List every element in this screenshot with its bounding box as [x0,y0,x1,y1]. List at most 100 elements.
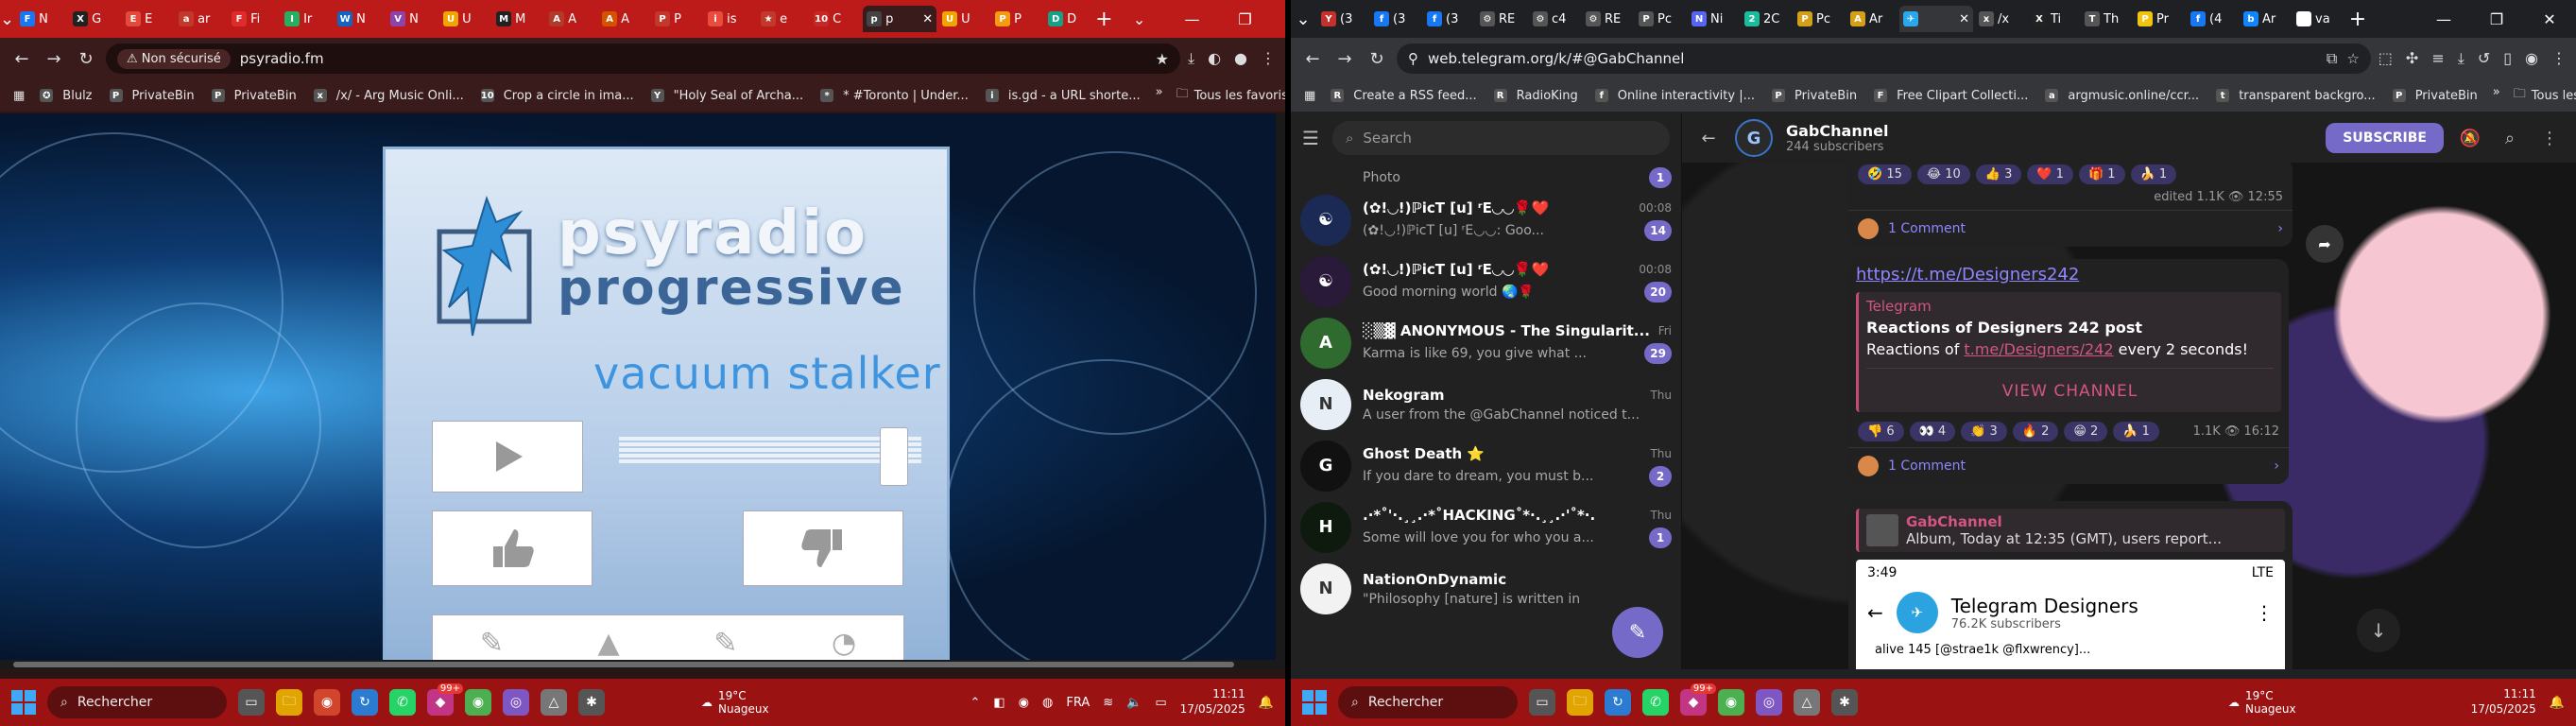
browser-tab[interactable]: a ar [175,6,226,32]
extensions-puzzle-icon[interactable]: ✣ [2406,49,2418,68]
play-button[interactable] [432,421,583,493]
reaction-chip[interactable]: 🔥 2 [2012,422,2059,441]
windows-start-icon[interactable] [1302,690,1327,715]
app-icon[interactable]: ◎ [503,689,529,716]
bookmark-item[interactable]: R RadioKing [1493,89,1578,103]
browser-tab[interactable]: ★ e [757,6,808,32]
comments-link[interactable]: 1 Comment › [1848,210,2293,247]
menu-icon[interactable]: ⋮ [2551,49,2567,68]
bookmark-star-icon[interactable]: ☆ [2346,50,2359,67]
chat-search-input[interactable]: ⌕ Search [1331,121,1670,155]
security-indicator[interactable]: ⚠ Non sécurisé [117,48,231,69]
reaction-chip[interactable]: 🍌 1 [2130,164,2177,184]
extension-icon[interactable]: ◐ [1208,49,1221,68]
bookmark-item[interactable]: f Online interactivity |... [1594,89,1755,103]
browser-tab[interactable]: 10 C [810,6,861,32]
chrome-alt-icon[interactable]: ◉ [465,689,491,716]
taskbar-search[interactable]: ⌕ Rechercher [1338,686,1518,718]
weather-widget[interactable]: ☁ 19°C Nuageux [701,689,769,717]
browser-tab[interactable]: DD [1044,6,1095,32]
horizontal-scrollbar[interactable] [0,660,1285,669]
all-bookmarks-button[interactable]: 🗀 Tous les favoris [1176,85,1285,106]
tray-app-icon[interactable]: ◧ [993,696,1005,710]
messenger-icon[interactable]: ◆ 99+ [1680,683,1716,716]
battery-icon[interactable]: ▭ [1155,696,1166,710]
reload-button[interactable]: ↻ [1365,49,1389,69]
reaction-chip[interactable]: 😂 10 [1916,164,1970,184]
file-explorer-icon[interactable]: 🗀 [276,689,302,716]
reaction-chip[interactable]: 👍 3 [1975,164,2022,184]
browser-tab[interactable]: XG [69,6,120,32]
share-button[interactable]: ➦ [2306,225,2344,263]
vertical-scrollbar[interactable] [1276,113,1285,660]
profile-icon[interactable]: ● [1234,49,1247,68]
address-bar[interactable]: ⚠ Non sécurisé psyradio.fm ★ [106,43,1180,74]
browser-tab[interactable]: UU [439,6,490,32]
maximize-button[interactable]: ❐ [2470,0,2523,38]
dislike-button[interactable] [743,510,903,586]
reaction-chip[interactable]: 🤣 15 [1858,164,1912,184]
forward-button[interactable]: → [42,49,66,69]
weather-widget[interactable]: ☁ 19°C Nuageux [2228,689,2296,717]
chat-list-item[interactable]: Photo 1 [1291,163,1681,189]
inkscape-icon[interactable]: △ [541,689,567,716]
tab-search-icon[interactable]: ⌄ [0,9,14,29]
chat-list-item[interactable]: G Ghost Death ⭐ Thu If you dare to dream, y… [1291,435,1681,496]
more-options-icon[interactable]: ⋮ [2536,129,2563,148]
browser-tab[interactable]: P Pr [2134,6,2185,32]
share-icon[interactable]: ✎ [480,627,504,660]
browser-tab[interactable]: PP [991,6,1042,32]
browser-tab[interactable]: N Ni [1688,6,1739,32]
new-tab-button[interactable]: + [2344,8,2372,31]
close-window-button[interactable]: ✕ [1272,0,1285,38]
apps-grid-icon[interactable]: ▦ [1304,89,1315,103]
site-info-icon[interactable]: ⚲ [1408,50,1418,67]
browser-tab[interactable]: EE [122,6,173,32]
sync-icon[interactable]: ↻ [352,689,378,716]
browser-tab[interactable]: f (4 [2187,6,2238,32]
clock[interactable]: 11:11 17/05/2025 [2471,687,2536,717]
all-bookmarks-button[interactable]: 🗀 Tous les favoris [2514,85,2576,106]
forward-button[interactable]: → [1332,49,1357,69]
compose-button[interactable]: ✎ [1612,607,1663,658]
browser-tab[interactable]: UU [938,6,989,32]
hamburger-menu-icon[interactable]: ☰ [1302,127,1319,149]
minimize-button[interactable]: — [2417,0,2470,38]
chrome-icon[interactable]: ◉ [314,689,340,716]
bookmark-item[interactable]: t transparent backgro... [2216,89,2376,103]
browser-tab[interactable]: 2 2C [1741,6,1792,32]
channel-avatar[interactable]: G [1735,119,1773,157]
browser-tab[interactable]: i is [704,6,755,32]
bookmarks-more-button[interactable]: » [1156,85,1163,106]
browser-tab[interactable]: ✈ ✕ [1899,6,1973,32]
bookmark-item[interactable]: i is.gd - a URL shorte... [985,89,1141,103]
bookmark-item[interactable]: Y "Holy Seal of Archa... [650,89,803,103]
tray-chevron-icon[interactable]: ⌃ [970,696,980,710]
messenger-icon[interactable]: ◆ 99+ [427,683,463,716]
browser-tab[interactable]: AA [598,6,649,32]
browser-tab[interactable]: ⚙ RE [1476,6,1527,32]
reaction-chip[interactable]: 😁 2 [2064,422,2108,441]
close-tab-icon[interactable]: ✕ [1959,12,1969,26]
browser-tab[interactable]: WN [334,6,385,32]
clock[interactable]: 11:11 17/05/2025 [1180,687,1245,717]
window-dropdown-icon[interactable]: ⌄ [1113,0,1166,38]
bookmark-item[interactable]: a argmusic.online/ccr... [2045,89,2199,103]
browser-tab[interactable]: F Fi [228,6,279,32]
reload-button[interactable]: ↻ [74,49,98,69]
tool-icon[interactable]: ✱ [578,689,605,716]
reaction-chip[interactable]: 🍌 1 [2113,422,2159,441]
inkscape-icon[interactable]: △ [1794,689,1820,716]
chat-list-item[interactable]: ☯ (✿!◡!)ℙicT [u] ʳE◡◡🌹❤️ 00:08 Good morning… [1291,251,1681,312]
install-app-icon[interactable]: ⧉ [2327,49,2337,68]
subscribe-button[interactable]: SUBSCRIBE [2326,123,2444,153]
browser-tab[interactable]: Y (3 [1317,6,1368,32]
like-button[interactable] [432,510,592,586]
language-indicator[interactable]: FRA [1066,696,1090,710]
bookmark-item[interactable]: P PrivateBin [1771,89,1857,103]
channel-info[interactable]: GabChannel 244 subscribers [1786,122,1888,154]
browser-tab[interactable]: f (3 [1370,6,1421,32]
reaction-chip[interactable]: 👎 6 [1858,422,1904,441]
browser-tab[interactable]: P Pc [1635,6,1686,32]
browser-tab[interactable]: Gva [2293,6,2344,32]
